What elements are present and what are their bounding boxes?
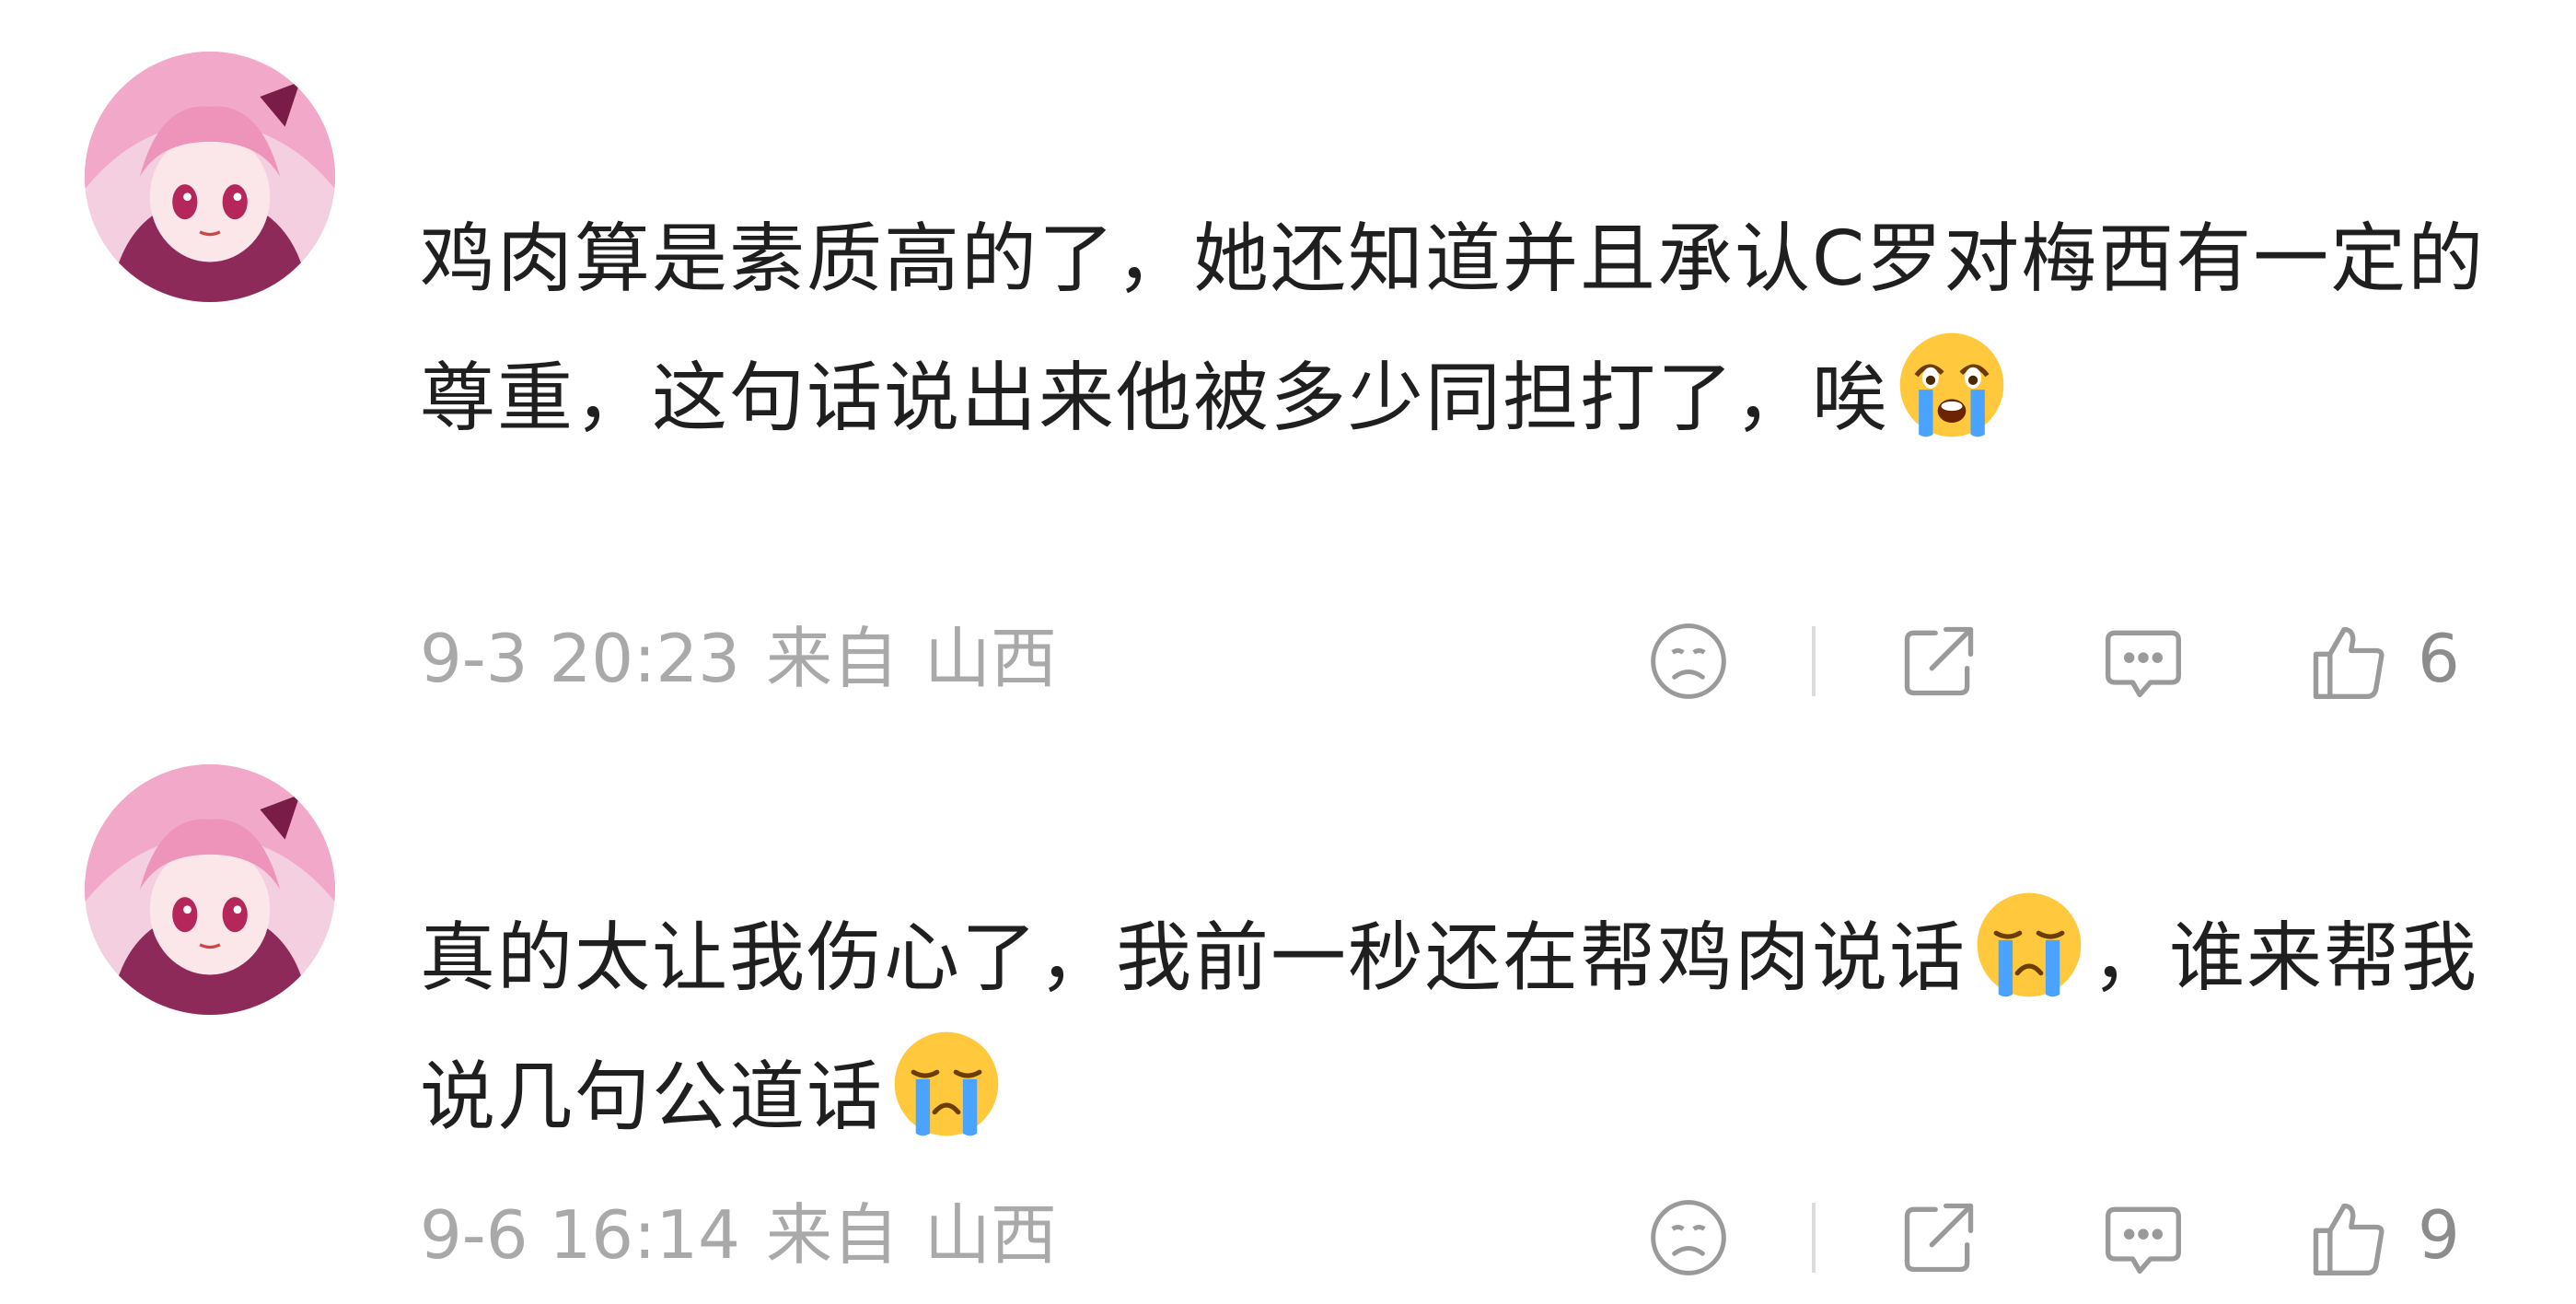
comment-text-part: 真的太让我伤心了，我前一秒还在帮鸡肉说话	[420, 914, 1967, 1002]
avatar[interactable]	[85, 764, 335, 1015]
comment-location: 山西	[924, 1196, 1058, 1274]
comment-actions: 6	[1646, 608, 2493, 709]
comment-text-part: 鸡肉算是素质高的了，她还知道并且承认C罗对梅西有一定的尊重，这句话说出来他被多少…	[420, 215, 2486, 442]
comment-bubble-icon[interactable]	[2101, 619, 2186, 704]
crying-emoji-icon	[888, 1025, 1005, 1143]
location-prefix: 来自	[765, 620, 899, 697]
action-divider	[1812, 626, 1816, 696]
avatar[interactable]	[85, 52, 335, 302]
comment-info: 9-6 16:14 来自 山西	[420, 1184, 1083, 1286]
comment-info: 9-3 20:23 来自 山西	[420, 608, 1083, 709]
comment-item: 鸡肉算是素质高的了，她还知道并且承认C罗对梅西有一定的尊重，这句话说出来他被多少…	[0, 0, 2576, 728]
frown-face-icon[interactable]	[1646, 619, 1731, 704]
comment-date: 9-6 16:14	[420, 1196, 740, 1274]
comment-content: 鸡肉算是素质高的了，她还知道并且承认C罗对梅西有一定的尊重，这句话说出来他被多少…	[420, 193, 2493, 465]
thumbs-up-icon[interactable]	[2305, 1195, 2390, 1280]
action-divider	[1812, 1203, 1816, 1273]
location-prefix: 来自	[765, 1196, 899, 1274]
anime-girl-avatar-image	[85, 52, 335, 302]
comment-content: 真的太让我伤心了，我前一秒还在帮鸡肉说话 ，谁来帮我说几句公道话	[420, 886, 2493, 1164]
anime-girl-avatar-image	[85, 764, 335, 1015]
comment-bubble-icon[interactable]	[2101, 1195, 2186, 1280]
comment-meta: 9-3 20:23 来自 山西 6	[420, 608, 2493, 709]
comment-text: 真的太让我伤心了，我前一秒还在帮鸡肉说话 ，谁来帮我说几句公道话	[420, 886, 2493, 1164]
comment-meta: 9-6 16:14 来自 山西 9	[420, 1184, 2493, 1286]
thumbs-up-icon[interactable]	[2305, 619, 2390, 704]
share-icon[interactable]	[1897, 1195, 1981, 1280]
frown-face-icon[interactable]	[1646, 1195, 1731, 1280]
crying-emoji-icon	[1970, 886, 2088, 1004]
comment-location: 山西	[924, 620, 1058, 697]
crying-emoji-icon	[1893, 326, 2011, 444]
comment-actions: 9	[1646, 1184, 2493, 1286]
comment-date: 9-3 20:23	[420, 620, 740, 697]
like-count: 6	[2418, 620, 2460, 697]
share-icon[interactable]	[1897, 619, 1981, 704]
like-count: 9	[2418, 1196, 2460, 1274]
comment-text: 鸡肉算是素质高的了，她还知道并且承认C罗对梅西有一定的尊重，这句话说出来他被多少…	[420, 193, 2493, 465]
comment-item: 真的太让我伤心了，我前一秒还在帮鸡肉说话 ，谁来帮我说几句公道话 9-6 16:…	[0, 728, 2576, 1304]
